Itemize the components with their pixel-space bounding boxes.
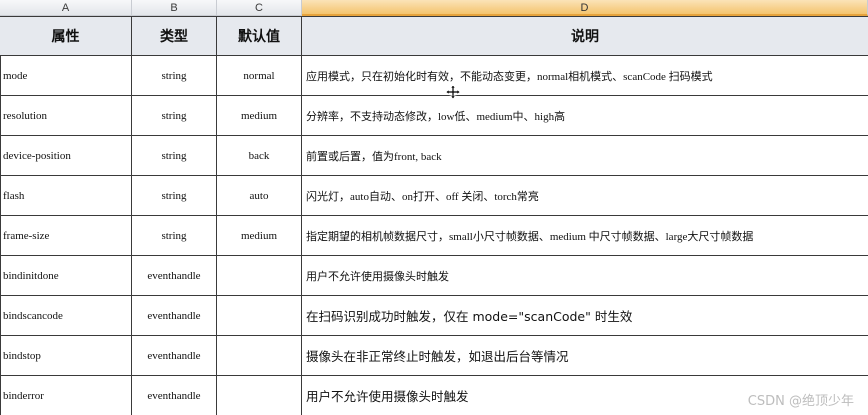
table-row: binderror eventhandle 用户不允许使用摄像头时触发	[0, 376, 868, 415]
cell-desc[interactable]: 摄像头在非正常终止时触发，如退出后台等情况	[302, 336, 868, 375]
table-row: frame-size string medium 指定期望的相机帧数据尺寸，sm…	[0, 216, 868, 256]
header-cell-default[interactable]: 默认值	[217, 17, 302, 55]
table-header-row: 属性 类型 默认值 说明	[0, 16, 868, 56]
cell-type[interactable]: string	[132, 56, 217, 95]
table-row: bindstop eventhandle 摄像头在非正常终止时触发，如退出后台等…	[0, 336, 868, 376]
cell-default[interactable]: back	[217, 136, 302, 175]
table-row: mode string normal 应用模式，只在初始化时有效，不能动态变更，…	[0, 56, 868, 96]
cell-desc[interactable]: 闪光灯，auto自动、on打开、off 关闭、torch常亮	[302, 176, 868, 215]
table-row: device-position string back 前置或后置，值为fron…	[0, 136, 868, 176]
cell-desc[interactable]: 用户不允许使用摄像头时触发	[302, 256, 868, 295]
cell-attr[interactable]: frame-size	[0, 216, 132, 255]
cell-attr[interactable]: device-position	[0, 136, 132, 175]
cell-attr[interactable]: binderror	[0, 376, 132, 415]
cell-type[interactable]: string	[132, 96, 217, 135]
cell-default[interactable]: medium	[217, 216, 302, 255]
spreadsheet: A B C D 属性 类型 默认值 说明 mode string normal …	[0, 0, 868, 415]
cell-type[interactable]: eventhandle	[132, 336, 217, 375]
table-row: flash string auto 闪光灯，auto自动、on打开、off 关闭…	[0, 176, 868, 216]
cell-attr[interactable]: resolution	[0, 96, 132, 135]
column-header-d[interactable]: D	[302, 0, 868, 16]
header-cell-type[interactable]: 类型	[132, 17, 217, 55]
cell-type[interactable]: string	[132, 216, 217, 255]
cell-default[interactable]	[217, 296, 302, 335]
cell-type[interactable]: string	[132, 176, 217, 215]
watermark: CSDN @绝顶少年	[747, 394, 854, 409]
table-row: bindscancode eventhandle 在扫码识别成功时触发，仅在 m…	[0, 296, 868, 336]
cell-default[interactable]: medium	[217, 96, 302, 135]
table-row: resolution string medium 分辨率，不支持动态修改，low…	[0, 96, 868, 136]
cell-desc[interactable]: 指定期望的相机帧数据尺寸，small小尺寸帧数据、medium 中尺寸帧数据、l…	[302, 216, 868, 255]
table-body: 属性 类型 默认值 说明 mode string normal 应用模式，只在初…	[0, 16, 868, 415]
column-header-a[interactable]: A	[0, 0, 132, 16]
cell-default[interactable]	[217, 336, 302, 375]
cell-type[interactable]: eventhandle	[132, 256, 217, 295]
cell-attr[interactable]: mode	[0, 56, 132, 95]
cell-default[interactable]	[217, 256, 302, 295]
cell-attr[interactable]: bindstop	[0, 336, 132, 375]
cell-type[interactable]: eventhandle	[132, 296, 217, 335]
cell-default[interactable]: auto	[217, 176, 302, 215]
cell-attr[interactable]: bindinitdone	[0, 256, 132, 295]
column-header-b[interactable]: B	[132, 0, 217, 16]
cell-desc[interactable]: 分辨率，不支持动态修改，low低、medium中、high高	[302, 96, 868, 135]
cell-attr[interactable]: bindscancode	[0, 296, 132, 335]
header-cell-desc[interactable]: 说明	[302, 17, 868, 55]
cell-desc[interactable]: 在扫码识别成功时触发，仅在 mode="scanCode" 时生效	[302, 296, 868, 335]
cell-attr[interactable]: flash	[0, 176, 132, 215]
header-cell-attr[interactable]: 属性	[0, 17, 132, 55]
cell-default[interactable]	[217, 376, 302, 415]
cell-desc[interactable]: 应用模式，只在初始化时有效，不能动态变更，normal相机模式、scanCode…	[302, 56, 868, 95]
column-header-bar: A B C D	[0, 0, 868, 16]
column-header-c[interactable]: C	[217, 0, 302, 16]
table-row: bindinitdone eventhandle 用户不允许使用摄像头时触发	[0, 256, 868, 296]
cell-type[interactable]: string	[132, 136, 217, 175]
cell-type[interactable]: eventhandle	[132, 376, 217, 415]
cell-default[interactable]: normal	[217, 56, 302, 95]
cell-desc[interactable]: 前置或后置，值为front, back	[302, 136, 868, 175]
